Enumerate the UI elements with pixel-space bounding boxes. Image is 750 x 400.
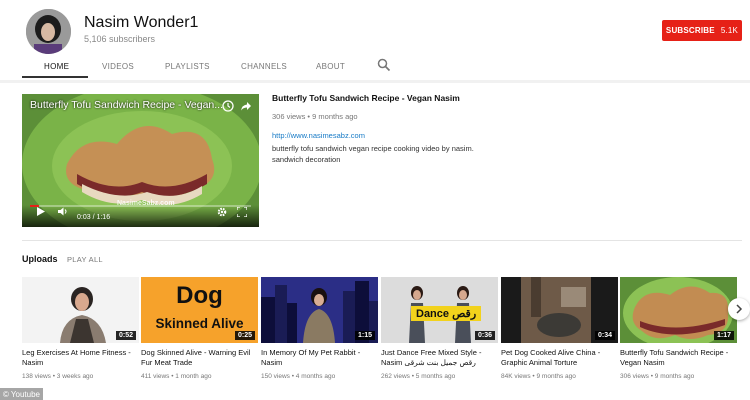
channel-avatar[interactable] [26,9,71,54]
image-credit: © Youtube [0,388,43,400]
video-card[interactable]: 0:34 Pet Dog Cooked Alive China - Graphi… [501,277,618,380]
video-thumbnail[interactable]: 0:52 [22,277,139,343]
chevron-right-icon [736,304,743,314]
channel-tabs: HOME VIDEOS PLAYLISTS CHANNELS ABOUT [0,52,750,80]
fullscreen-icon[interactable] [236,204,248,222]
video-duration: 0:36 [474,331,495,340]
section-divider [22,240,742,241]
subscribe-count: 5.1K [720,26,739,35]
video-thumbnail[interactable]: 1:17 [620,277,737,343]
share-icon[interactable] [240,99,252,117]
video-title[interactable]: Dog Skinned Alive - Warning Evil Fur Mea… [141,348,258,368]
play-all-button[interactable]: PLAY ALL [67,255,103,264]
featured-video-player[interactable]: Butterfly Tofu Sandwich Recipe - Vegan..… [22,94,259,227]
volume-icon[interactable] [58,203,69,221]
video-card[interactable]: 1:17 Butterfly Tofu Sandwich Recipe - Ve… [620,277,737,380]
featured-link[interactable]: http://www.nasimesabz.com [272,131,365,140]
featured-description: butterfly tofu sandwich vegan recipe coo… [272,144,474,164]
tab-channels[interactable]: CHANNELS [241,52,287,80]
channel-name: Nasim Wonder1 [84,14,199,31]
next-arrow-button[interactable] [728,298,750,320]
video-title[interactable]: Leg Exercises At Home Fitness - Nasim [22,348,139,368]
watch-later-icon[interactable] [222,99,234,117]
video-thumbnail[interactable]: 1:15 [261,277,378,343]
video-duration: 0:52 [115,331,136,340]
copyright-icon: © [3,389,9,399]
featured-title[interactable]: Butterfly Tofu Sandwich Recipe - Vegan N… [272,93,460,103]
video-duration: 0:34 [594,331,615,340]
video-title[interactable]: In Memory Of My Pet Rabbit - Nasim [261,348,378,368]
search-icon[interactable] [377,58,391,72]
tab-playlists[interactable]: PLAYLISTS [165,52,210,80]
featured-meta: 306 views • 9 months ago [272,112,358,121]
video-duration: 1:15 [354,331,375,340]
player-title: Butterfly Tofu Sandwich Recipe - Vegan..… [30,99,223,111]
video-meta: 150 views • 4 months ago [261,373,336,380]
subscribe-button[interactable]: SUBSCRIBE 5.1K [662,20,742,41]
settings-gear-icon[interactable] [217,204,227,222]
video-meta: 84K views • 9 months ago [501,373,576,380]
video-meta: 262 views • 5 months ago [381,373,456,380]
video-title[interactable]: Pet Dog Cooked Alive China - Graphic Ani… [501,348,618,368]
video-thumbnail[interactable]: Dog Skinned Alive 0:25 [141,277,258,343]
video-meta: 138 views • 3 weeks ago [22,373,94,380]
active-tab-indicator [22,76,88,78]
video-card[interactable]: 1:15 In Memory Of My Pet Rabbit - Nasim … [261,277,378,380]
video-duration: 0:25 [234,331,255,340]
video-thumbnail[interactable]: Dance رقص 0:36 [381,277,498,343]
subscribe-label: SUBSCRIBE [665,26,715,35]
video-title[interactable]: Just Dance Free Mixed Style - Nasim رقص … [381,348,498,368]
credit-text: Youtube [10,389,40,399]
thumbnail-text: Dog [176,282,223,309]
video-title[interactable]: Butterfly Tofu Sandwich Recipe - Vegan N… [620,348,737,368]
channel-page: Nasim Wonder1 5,106 subscribers SUBSCRIB… [0,0,750,400]
tab-about[interactable]: ABOUT [316,52,345,80]
video-card[interactable]: Dog Skinned Alive 0:25 Dog Skinned Alive… [141,277,258,380]
subscriber-count: 5,106 subscribers [84,34,156,44]
play-icon[interactable] [36,203,45,221]
video-thumbnail[interactable]: 0:34 [501,277,618,343]
video-time: 0:03 / 1:16 [77,214,111,221]
thumbnail-text: Dance رقص [411,306,482,321]
video-card[interactable]: 0:52 Leg Exercises At Home Fitness - Nas… [22,277,139,380]
video-duration: 1:17 [713,331,734,340]
video-meta: 306 views • 9 months ago [620,373,695,380]
thumbnail-text: Skinned Alive [155,316,244,331]
video-card[interactable]: Dance رقص 0:36 Just Dance Free Mixed Sty… [381,277,498,380]
uploads-heading[interactable]: Uploads [22,254,58,264]
tab-videos[interactable]: VIDEOS [102,52,134,80]
video-meta: 411 views • 1 month ago [141,373,212,380]
